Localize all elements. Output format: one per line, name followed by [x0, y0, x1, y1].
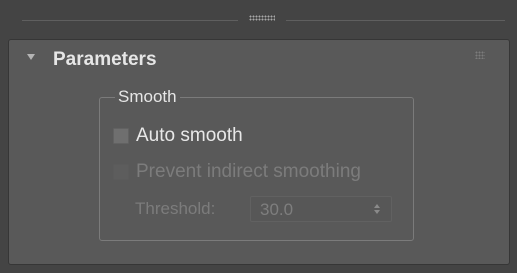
- prevent-indirect-smoothing-checkbox: [113, 164, 129, 180]
- smooth-group-title: Smooth: [115, 87, 180, 107]
- spinner-up-arrow-icon: [374, 204, 380, 208]
- rollout-header[interactable]: Parameters: [9, 40, 509, 80]
- threshold-spinner: 30.0: [250, 196, 392, 222]
- auto-smooth-label[interactable]: Auto smooth: [136, 125, 243, 147]
- separator-line-left: [22, 20, 238, 21]
- threshold-value: 30.0: [260, 200, 294, 219]
- prevent-indirect-smoothing-label: Prevent indirect smoothing: [136, 161, 361, 182]
- spinner-down-arrow-icon: [374, 210, 380, 214]
- parameters-rollout: Parameters Smooth Auto smooth Prevent in…: [8, 39, 510, 265]
- panel-header-strip: [0, 0, 517, 40]
- auto-smooth-checkbox[interactable]: [113, 128, 129, 144]
- threshold-label: Threshold:: [135, 199, 216, 218]
- command-panel: Parameters Smooth Auto smooth Prevent in…: [0, 0, 517, 273]
- separator-line-right: [286, 20, 505, 21]
- triangle-down-icon[interactable]: [27, 54, 35, 60]
- rollout-title[interactable]: Parameters: [53, 49, 157, 71]
- grip-dots-icon[interactable]: [475, 51, 485, 59]
- panel-resize-grip-icon[interactable]: [249, 15, 275, 21]
